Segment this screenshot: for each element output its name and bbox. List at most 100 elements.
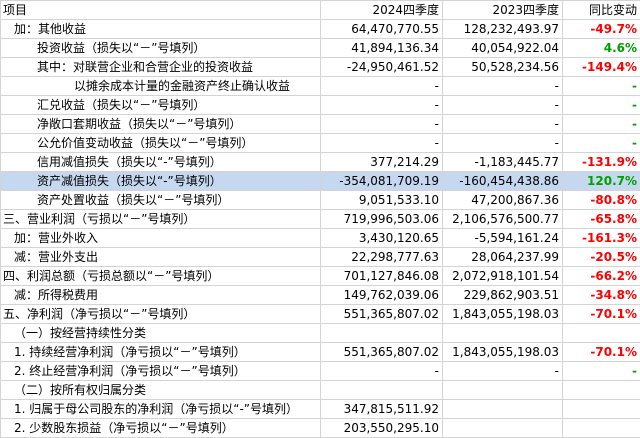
value-2023[interactable]: 229,862,903.51 <box>443 286 563 305</box>
value-2024[interactable] <box>321 324 443 343</box>
row-label[interactable]: 四、利润总额（亏损总额以“－”号填列） <box>1 267 321 286</box>
value-2023[interactable] <box>443 324 563 343</box>
table-row: 其中：对联营企业和合营企业的投资收益 -24,950,461.52 50,528… <box>1 58 640 77</box>
table-row: 1. 持续经营净利润（净亏损以“－”号填列） 551,365,807.02 1,… <box>1 343 640 362</box>
value-2024[interactable]: 551,365,807.02 <box>321 343 443 362</box>
header-yoy[interactable]: 同比变动 <box>563 1 640 20</box>
value-2024[interactable]: - <box>321 96 443 115</box>
value-2024[interactable]: 203,550,295.10 <box>321 419 443 438</box>
header-row: 项目 2024四季度 2023四季度 同比变动 <box>1 1 640 20</box>
value-2023[interactable]: -5,594,161.24 <box>443 229 563 248</box>
yoy-change[interactable]: 4.6% <box>563 39 640 58</box>
value-2024[interactable]: 377,214.29 <box>321 153 443 172</box>
row-label[interactable]: 信用减值损失（损失以“-”号填列） <box>1 153 321 172</box>
value-2023[interactable]: 2,106,576,500.77 <box>443 210 563 229</box>
yoy-change[interactable]: - <box>563 77 640 96</box>
row-label[interactable]: （一）按经营持续性分类 <box>1 324 321 343</box>
value-2024[interactable]: -24,950,461.52 <box>321 58 443 77</box>
row-label[interactable]: （二）按所有权归属分类 <box>1 381 321 400</box>
value-2024[interactable]: - <box>321 134 443 153</box>
value-2023[interactable] <box>443 419 563 438</box>
value-2024[interactable]: - <box>321 362 443 381</box>
row-label[interactable]: 五、净利润（净亏损以“－”号填列） <box>1 305 321 324</box>
value-2023[interactable]: 28,064,237.99 <box>443 248 563 267</box>
value-2024[interactable]: 149,762,039.06 <box>321 286 443 305</box>
value-2024[interactable]: -354,081,709.19 <box>321 172 443 191</box>
row-label[interactable]: 资产减值损失（损失以“-”号填列） <box>1 172 321 191</box>
value-2023[interactable]: 128,232,493.97 <box>443 20 563 39</box>
row-label[interactable]: 1. 持续经营净利润（净亏损以“－”号填列） <box>1 343 321 362</box>
table-row: 以摊余成本计量的金融资产终止确认收益 - - - <box>1 77 640 96</box>
value-2024[interactable]: 3,430,120.65 <box>321 229 443 248</box>
value-2023[interactable]: 1,843,055,198.03 <box>443 343 563 362</box>
value-2023[interactable]: 40,054,922.04 <box>443 39 563 58</box>
yoy-change[interactable]: -20.5% <box>563 248 640 267</box>
row-label[interactable]: 其中：对联营企业和合营企业的投资收益 <box>1 58 321 77</box>
yoy-change[interactable]: -34.8% <box>563 286 640 305</box>
row-label[interactable]: 资产处置收益（损失以“－”号填列） <box>1 191 321 210</box>
value-2024[interactable] <box>321 381 443 400</box>
header-2023[interactable]: 2023四季度 <box>443 1 563 20</box>
yoy-change[interactable]: -49.7% <box>563 20 640 39</box>
value-2023[interactable]: -160,454,438.86 <box>443 172 563 191</box>
value-2023[interactable]: - <box>443 77 563 96</box>
value-2024[interactable]: 41,894,136.34 <box>321 39 443 58</box>
value-2023[interactable] <box>443 381 563 400</box>
yoy-change[interactable] <box>563 381 640 400</box>
value-2023[interactable]: - <box>443 362 563 381</box>
yoy-change[interactable]: - <box>563 362 640 381</box>
row-label[interactable]: 加：其他收益 <box>1 20 321 39</box>
yoy-change[interactable]: -65.8% <box>563 210 640 229</box>
yoy-change[interactable] <box>563 419 640 438</box>
table-row: 减：营业外支出 22,298,777.63 28,064,237.99 -20.… <box>1 248 640 267</box>
value-2023[interactable]: 2,072,918,101.54 <box>443 267 563 286</box>
value-2024[interactable]: 22,298,777.63 <box>321 248 443 267</box>
row-label[interactable]: 加：营业外收入 <box>1 229 321 248</box>
header-2024[interactable]: 2024四季度 <box>321 1 443 20</box>
yoy-change[interactable] <box>563 324 640 343</box>
yoy-change[interactable]: -80.8% <box>563 191 640 210</box>
yoy-change[interactable]: -131.9% <box>563 153 640 172</box>
yoy-change[interactable]: -70.1% <box>563 305 640 324</box>
header-item[interactable]: 项目 <box>1 1 321 20</box>
yoy-change[interactable] <box>563 400 640 419</box>
row-label[interactable]: 减：所得税费用 <box>1 286 321 305</box>
row-label[interactable]: 2. 少数股东损益（净亏损以“－”号填列） <box>1 419 321 438</box>
row-label[interactable]: 2. 终止经营净利润（净亏损以“－”号填列） <box>1 362 321 381</box>
table-row-selected[interactable]: 资产减值损失（损失以“-”号填列） -354,081,709.19 -160,4… <box>1 172 640 191</box>
row-label[interactable]: 投资收益（损失以“－”号填列） <box>1 39 321 58</box>
value-2024[interactable]: 551,365,807.02 <box>321 305 443 324</box>
value-2023[interactable]: 47,200,867.36 <box>443 191 563 210</box>
yoy-change[interactable]: -70.1% <box>563 343 640 362</box>
value-2023[interactable]: - <box>443 96 563 115</box>
yoy-change[interactable]: -66.2% <box>563 267 640 286</box>
row-label[interactable]: 减：营业外支出 <box>1 248 321 267</box>
value-2023[interactable] <box>443 400 563 419</box>
row-label[interactable]: 1. 归属于母公司股东的净利润（净亏损以“-”号填列） <box>1 400 321 419</box>
row-label[interactable]: 以摊余成本计量的金融资产终止确认收益 <box>1 77 321 96</box>
value-2024[interactable]: 347,815,511.92 <box>321 400 443 419</box>
table-row: 四、利润总额（亏损总额以“－”号填列） 701,127,846.08 2,072… <box>1 267 640 286</box>
yoy-change[interactable]: -149.4% <box>563 58 640 77</box>
value-2023[interactable]: 1,843,055,198.03 <box>443 305 563 324</box>
value-2024[interactable]: 64,470,770.55 <box>321 20 443 39</box>
value-2024[interactable]: - <box>321 115 443 134</box>
yoy-change[interactable]: 120.7% <box>563 172 640 191</box>
value-2024[interactable]: 9,051,533.10 <box>321 191 443 210</box>
yoy-change[interactable]: - <box>563 134 640 153</box>
value-2023[interactable]: - <box>443 134 563 153</box>
value-2023[interactable]: - <box>443 115 563 134</box>
value-2023[interactable]: 50,528,234.56 <box>443 58 563 77</box>
value-2024[interactable]: - <box>321 77 443 96</box>
row-label[interactable]: 公允价值变动收益（损失以“－”号填列） <box>1 134 321 153</box>
value-2024[interactable]: 701,127,846.08 <box>321 267 443 286</box>
value-2024[interactable]: 719,996,503.06 <box>321 210 443 229</box>
yoy-change[interactable]: -161.3% <box>563 229 640 248</box>
value-2023[interactable]: -1,183,445.77 <box>443 153 563 172</box>
row-label[interactable]: 净敞口套期收益（损失以“－”号填列） <box>1 115 321 134</box>
row-label[interactable]: 三、营业利润（亏损以“－”号填列） <box>1 210 321 229</box>
table-row: 净敞口套期收益（损失以“－”号填列） - - - <box>1 115 640 134</box>
row-label[interactable]: 汇兑收益（损失以“－”号填列） <box>1 96 321 115</box>
yoy-change[interactable]: - <box>563 115 640 134</box>
yoy-change[interactable]: - <box>563 96 640 115</box>
